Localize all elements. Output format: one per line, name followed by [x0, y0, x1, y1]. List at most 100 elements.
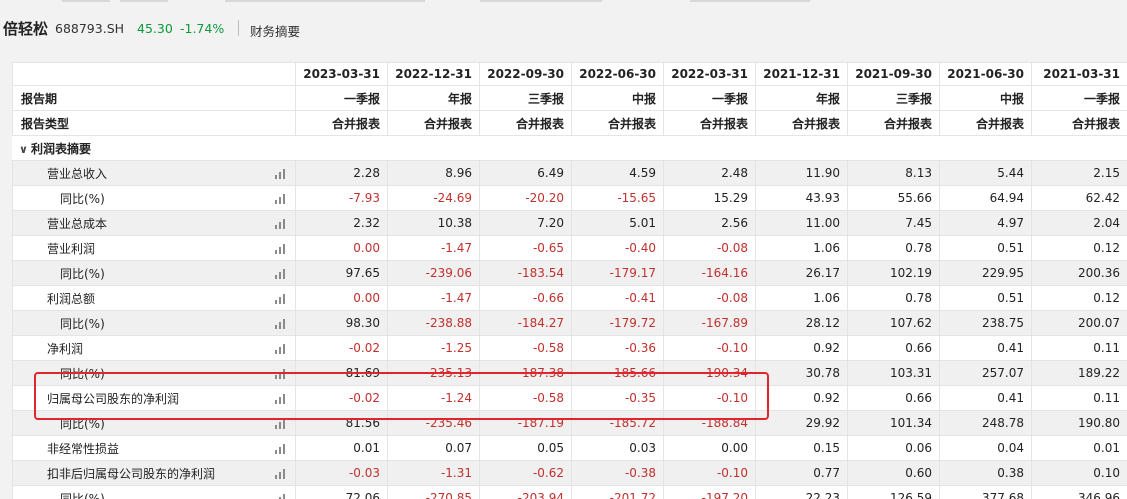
value-cell: 346.96 — [1031, 485, 1127, 499]
table-row: 同比(%) 97.65 -239.06 -183.54 -179.17 -164.16 26… — [12, 260, 1127, 286]
table-row: 营业利润 0.00 -1.47 -0.65 -0.40 -0.08 1.06 0.78 0.51… — [12, 235, 1127, 261]
value-cell: 200.36 — [1031, 260, 1127, 286]
section-title: 利润表摘要 — [30, 141, 91, 156]
section-empty-cell — [295, 135, 388, 161]
stock-name: 倍轻松 — [3, 20, 49, 38]
bar-chart-icon[interactable] — [275, 468, 288, 479]
value-cell: -201.72 — [571, 485, 664, 499]
header-label-type: 报告类型 — [12, 110, 296, 136]
value-cell: 101.34 — [847, 410, 940, 436]
bar-chart-icon[interactable] — [275, 443, 288, 454]
value-cell: 0.51 — [939, 285, 1032, 311]
value-cell: 11.00 — [755, 210, 848, 236]
header-divider — [238, 20, 239, 36]
column-period: 年报 — [387, 85, 480, 111]
row-label: 营业利润 — [47, 242, 96, 256]
row-label: 同比(%) — [60, 492, 105, 499]
section-empty-cell — [387, 135, 480, 161]
value-cell: 257.07 — [939, 360, 1032, 386]
column-date: 2022-09-30 — [479, 62, 572, 86]
bar-chart-icon[interactable] — [275, 243, 288, 254]
bar-chart-icon[interactable] — [275, 393, 288, 404]
row-label: 同比(%) — [60, 367, 105, 381]
section-empty-cell — [663, 135, 756, 161]
value-cell: -0.02 — [295, 385, 388, 411]
value-cell: 0.04 — [939, 435, 1032, 461]
value-cell: 200.07 — [1031, 310, 1127, 336]
value-cell: 0.00 — [295, 235, 388, 261]
value-cell: 43.93 — [755, 185, 848, 211]
column-report-type: 合并报表 — [479, 110, 572, 136]
chevron-down-icon[interactable]: ∨ — [19, 143, 28, 156]
column-date: 2021-12-31 — [755, 62, 848, 86]
value-cell: -184.27 — [479, 310, 572, 336]
value-cell: 98.30 — [295, 310, 388, 336]
bar-chart-icon[interactable] — [275, 368, 288, 379]
value-cell: 2.32 — [295, 210, 388, 236]
bar-chart-icon[interactable] — [275, 418, 288, 429]
table-row: 营业总收入 2.28 8.96 6.49 4.59 2.48 11.90 8.13 5.44 2.… — [12, 160, 1127, 186]
value-cell: -0.35 — [571, 385, 664, 411]
value-cell: 8.13 — [847, 160, 940, 186]
value-cell: -164.16 — [663, 260, 756, 286]
value-cell: -0.40 — [571, 235, 664, 261]
value-cell: 0.01 — [295, 435, 388, 461]
financial-summary-panel: 2023-03-31 2022-12-31 2022-09-30 2022-06-30… — [12, 62, 1127, 499]
column-report-type: 合并报表 — [387, 110, 480, 136]
section-row-income-summary[interactable]: ∨ 利润表摘要 — [12, 135, 1127, 161]
tab-financial-summary[interactable]: 财务摘要 — [250, 21, 300, 40]
bar-chart-icon[interactable] — [275, 343, 288, 354]
column-period: 中报 — [571, 85, 664, 111]
bar-chart-icon[interactable] — [275, 168, 288, 179]
value-cell: 0.05 — [479, 435, 572, 461]
table-row: 营业总成本 2.32 10.38 7.20 5.01 2.56 11.00 7.45 4.97 2… — [12, 210, 1127, 236]
bar-chart-icon[interactable] — [275, 268, 288, 279]
value-cell: -179.17 — [571, 260, 664, 286]
value-cell: -0.58 — [479, 335, 572, 361]
value-cell: 4.59 — [571, 160, 664, 186]
value-cell: -1.47 — [387, 285, 480, 311]
value-cell: 0.12 — [1031, 285, 1127, 311]
value-cell: -203.94 — [479, 485, 572, 499]
table-row: 同比(%) 98.30 -238.88 -184.27 -179.72 -167.89 28… — [12, 310, 1127, 336]
value-cell: 15.29 — [663, 185, 756, 211]
value-cell: -0.08 — [663, 235, 756, 261]
section-empty-cell — [847, 135, 940, 161]
value-cell: 229.95 — [939, 260, 1032, 286]
bar-chart-icon[interactable] — [275, 318, 288, 329]
value-cell: 72.06 — [295, 485, 388, 499]
value-cell: 0.66 — [847, 335, 940, 361]
value-cell: -238.88 — [387, 310, 480, 336]
row-label: 利润总额 — [47, 292, 96, 306]
value-cell: -15.65 — [571, 185, 664, 211]
value-cell: 0.92 — [755, 385, 848, 411]
value-cell: 1.06 — [755, 285, 848, 311]
bar-chart-icon[interactable] — [275, 293, 288, 304]
stock-code: 688793.SH — [55, 21, 125, 36]
value-cell: -0.38 — [571, 460, 664, 486]
value-cell: -188.84 — [663, 410, 756, 436]
value-cell: 62.42 — [1031, 185, 1127, 211]
value-cell: 377.68 — [939, 485, 1032, 499]
column-date: 2022-03-31 — [663, 62, 756, 86]
bar-chart-icon[interactable] — [275, 493, 288, 499]
table-row: 同比(%) -7.93 -24.69 -20.20 -15.65 15.29 43.93 55… — [12, 185, 1127, 211]
value-cell: -185.66 — [571, 360, 664, 386]
value-cell: 7.45 — [847, 210, 940, 236]
bar-chart-icon[interactable] — [275, 218, 288, 229]
value-cell: 5.01 — [571, 210, 664, 236]
column-period: 三季报 — [479, 85, 572, 111]
value-cell: 97.65 — [295, 260, 388, 286]
value-cell: 4.97 — [939, 210, 1032, 236]
value-cell: 29.92 — [755, 410, 848, 436]
value-cell: 0.01 — [1031, 435, 1127, 461]
column-date: 2021-03-31 — [1031, 62, 1127, 86]
value-cell: 2.48 — [663, 160, 756, 186]
column-report-type: 合并报表 — [1031, 110, 1127, 136]
table-row: 扣非后归属母公司股东的净利润 -0.03 -1.31 -0.62 -0.38 -0.10 0… — [12, 460, 1127, 486]
row-label: 营业总成本 — [47, 217, 108, 231]
column-period: 一季报 — [663, 85, 756, 111]
bar-chart-icon[interactable] — [275, 193, 288, 204]
column-period: 中报 — [939, 85, 1032, 111]
value-cell: -0.03 — [295, 460, 388, 486]
